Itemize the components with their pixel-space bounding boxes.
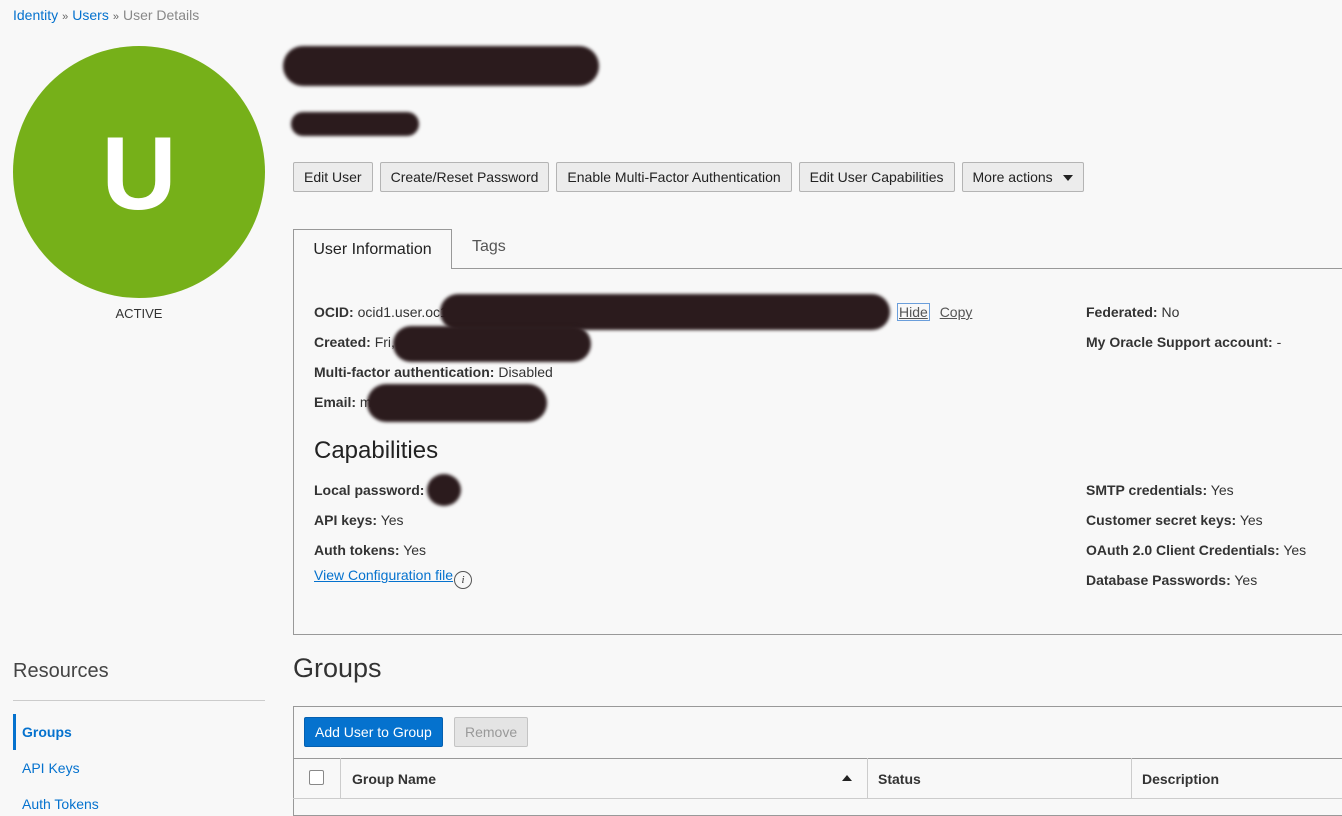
tab-user-information[interactable]: User Information [293, 229, 452, 269]
column-divider [867, 758, 868, 799]
breadcrumb-separator: » [62, 11, 69, 23]
groups-heading: Groups [293, 653, 382, 683]
mos-label: My Oracle Support account: [1086, 334, 1273, 350]
avatar: U [13, 46, 265, 298]
auth-tokens-row: Auth tokens: Yes [314, 542, 426, 558]
mfa-label: Multi-factor authentication: [314, 364, 495, 380]
breadcrumb-identity[interactable]: Identity [13, 7, 58, 23]
action-toolbar: Edit User Create/Reset Password Enable M… [293, 162, 1084, 192]
ocid-value: ocid1.user.oc1 [357, 304, 448, 320]
avatar-letter: U [101, 116, 177, 232]
capabilities-heading: Capabilities [314, 437, 439, 464]
user-status: ACTIVE [115, 306, 163, 321]
column-divider [340, 758, 341, 799]
api-keys-row: API keys: Yes [314, 512, 404, 528]
more-actions-button[interactable]: More actions [961, 162, 1084, 192]
customer-secret-value: Yes [1239, 512, 1263, 528]
copy-ocid-link[interactable]: Copy [940, 304, 973, 320]
created-value: Fri, [374, 334, 395, 350]
breadcrumb-users[interactable]: Users [72, 7, 109, 23]
auth-tokens-value: Yes [403, 542, 427, 558]
oauth-label: OAuth 2.0 Client Credentials: [1086, 542, 1280, 558]
api-keys-value: Yes [380, 512, 404, 528]
enable-mfa-button[interactable]: Enable Multi-Factor Authentication [556, 162, 792, 192]
resource-item-auth-tokens[interactable]: Auth Tokens [22, 796, 99, 812]
breadcrumb-separator: » [112, 11, 119, 23]
email-label: Email: [314, 394, 357, 410]
federated-value: No [1161, 304, 1180, 320]
edit-user-button[interactable]: Edit User [293, 162, 373, 192]
federated-label: Federated: [1086, 304, 1158, 320]
ocid-row: OCID: ocid1.user.oc1 [314, 304, 448, 320]
column-header-group-name[interactable]: Group Name [352, 758, 436, 799]
smtp-row: SMTP credentials: Yes [1086, 482, 1234, 498]
redacted-local-password [427, 474, 461, 506]
resources-divider [13, 700, 265, 701]
view-configuration-file-link[interactable]: View Configuration file [314, 567, 453, 583]
mfa-value: Disabled [498, 364, 553, 380]
smtp-label: SMTP credentials: [1086, 482, 1208, 498]
breadcrumb: Identity» Users» User Details [13, 7, 199, 23]
mos-row: My Oracle Support account: - [1086, 334, 1281, 350]
view-config-row: View Configuration file i [314, 567, 473, 589]
redacted-user-name [283, 46, 599, 86]
redacted-email [367, 384, 547, 422]
column-header-status[interactable]: Status [878, 758, 921, 799]
info-icon[interactable]: i [454, 571, 473, 589]
ocid-actions: Hide Copy [897, 303, 973, 321]
created-label: Created: [314, 334, 371, 350]
customer-secret-label: Customer secret keys: [1086, 512, 1237, 528]
column-divider [1131, 758, 1132, 799]
resources-active-indicator [13, 714, 16, 750]
db-passwords-row: Database Passwords: Yes [1086, 572, 1257, 588]
breadcrumb-current: User Details [122, 7, 200, 23]
resource-item-groups[interactable]: Groups [22, 724, 72, 740]
oauth-row: OAuth 2.0 Client Credentials: Yes [1086, 542, 1306, 558]
redacted-user-description [291, 112, 419, 136]
ocid-label: OCID: [314, 304, 354, 320]
sort-ascending-icon[interactable] [842, 775, 852, 781]
remove-button[interactable]: Remove [454, 717, 529, 747]
local-password-label: Local password: [314, 482, 425, 498]
hide-ocid-link[interactable]: Hide [897, 303, 930, 321]
auth-tokens-label: Auth tokens: [314, 542, 400, 558]
select-all-checkbox[interactable] [309, 770, 324, 785]
api-keys-label: API keys: [314, 512, 378, 528]
db-passwords-value: Yes [1234, 572, 1258, 588]
column-header-description[interactable]: Description [1142, 758, 1219, 799]
tab-tags[interactable]: Tags [472, 238, 506, 256]
oauth-value: Yes [1283, 542, 1307, 558]
redacted-ocid [440, 294, 890, 330]
mfa-row: Multi-factor authentication: Disabled [314, 364, 553, 380]
local-password-row: Local password: [314, 482, 424, 498]
db-passwords-label: Database Passwords: [1086, 572, 1231, 588]
more-actions-label: More actions [972, 169, 1053, 185]
email-row: Email: m [314, 394, 372, 410]
resources-heading: Resources [13, 660, 109, 682]
created-row: Created: Fri, [314, 334, 395, 350]
resource-item-api-keys[interactable]: API Keys [22, 760, 80, 776]
edit-capabilities-button[interactable]: Edit User Capabilities [798, 162, 955, 192]
smtp-value: Yes [1210, 482, 1234, 498]
redacted-created [393, 326, 591, 362]
reset-password-button[interactable]: Create/Reset Password [379, 162, 550, 192]
caret-down-icon [1062, 175, 1073, 181]
customer-secret-row: Customer secret keys: Yes [1086, 512, 1263, 528]
add-user-to-group-button[interactable]: Add User to Group [304, 717, 443, 747]
mos-value: - [1276, 334, 1282, 350]
federated-row: Federated: No [1086, 304, 1179, 320]
